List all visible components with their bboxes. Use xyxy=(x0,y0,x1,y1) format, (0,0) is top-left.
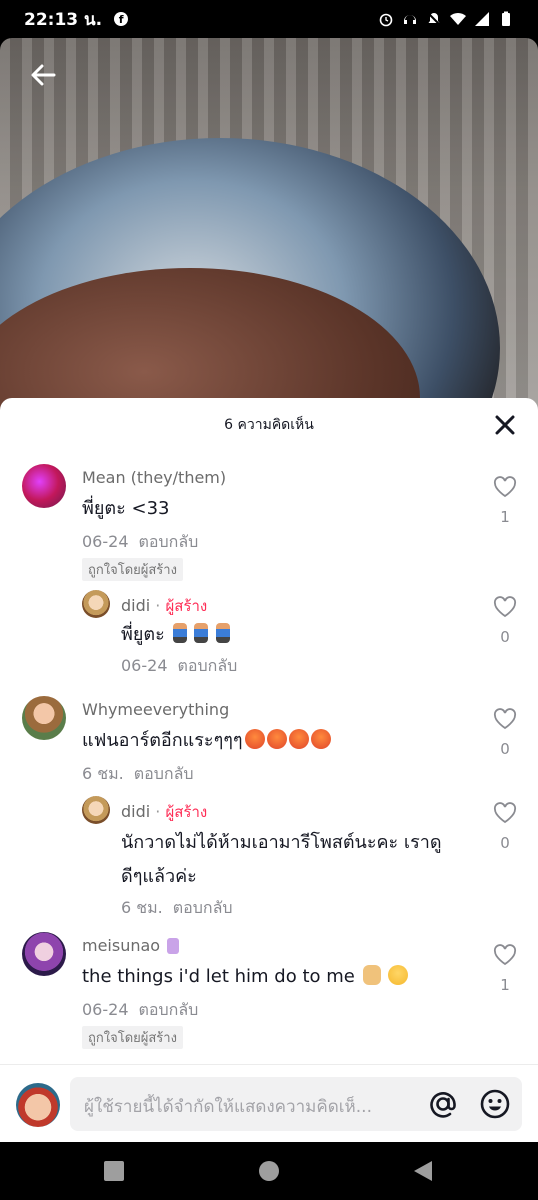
status-bar: 22:13 น. f xyxy=(0,0,538,38)
signal-icon xyxy=(475,12,489,26)
separator: · xyxy=(155,802,161,821)
heart-outline-icon xyxy=(493,476,517,498)
my-avatar[interactable] xyxy=(16,1083,60,1127)
avatar[interactable] xyxy=(22,932,66,976)
heart-outline-icon xyxy=(493,944,517,966)
comment-input[interactable]: ผู้ใช้รายนี้ได้จำกัดให้แสดงความคิดเห็... xyxy=(70,1077,522,1131)
person-kneeling-emoji-icon xyxy=(194,623,209,643)
reply-text-content: พี่ยูตะ xyxy=(121,624,165,645)
reply-meta: 06-24 ตอบกลับ xyxy=(121,654,237,679)
comment-input-bar: ผู้ใช้รายนี้ได้จำกัดให้แสดงความคิดเห็... xyxy=(0,1064,538,1142)
back-triangle-icon[interactable] xyxy=(412,1160,434,1182)
comment-username[interactable]: Mean (they/them) xyxy=(82,468,226,487)
liked-by-creator-badge: ถูกใจโดยผู้สร้าง xyxy=(82,558,183,581)
wifi-icon xyxy=(450,12,466,25)
avatar[interactable] xyxy=(82,796,110,824)
like-count: 0 xyxy=(500,834,510,852)
reply-username[interactable]: didi xyxy=(121,802,150,821)
heart-outline-icon xyxy=(493,708,517,730)
liked-by-creator-badge: ถูกใจโดยผู้สร้าง xyxy=(82,1026,183,1049)
comment-date: 06-24 xyxy=(82,1000,129,1019)
comment-username[interactable]: meisunao xyxy=(82,936,160,955)
like-button[interactable]: 0 xyxy=(492,802,518,852)
comments-count-title: 6 ความคิดเห็น xyxy=(224,417,314,433)
reply-meta: 6 ชม. ตอบกลับ xyxy=(121,896,233,921)
reply-text-line-2: ดีๆแล้วค่ะ xyxy=(121,866,197,887)
creator-label: ผู้สร้าง xyxy=(165,803,208,821)
reply-button[interactable]: ตอบกลับ xyxy=(139,1000,199,1019)
comment-text-content: แฟนอาร์ตอีกแระๆๆๆ xyxy=(82,730,243,751)
comment-text: the things i'd let him do to me xyxy=(82,960,409,994)
comment-date: 6 ชม. xyxy=(82,764,124,783)
status-time: 22:13 น. xyxy=(24,9,103,30)
comment-text: พี่ยูตะ <33 xyxy=(82,498,170,519)
video-player[interactable] xyxy=(0,38,538,418)
system-nav-bar xyxy=(0,1142,538,1200)
angry-face-emoji-icon xyxy=(266,729,287,749)
reply-text: พี่ยูตะ xyxy=(121,618,230,652)
separator: · xyxy=(155,596,161,615)
avatar[interactable] xyxy=(82,590,110,618)
reply-item: didi · ผู้สร้าง นักวาดไม่ได้ห้ามเอามารีโ… xyxy=(0,792,538,918)
comment-username-line: meisunao xyxy=(82,936,180,955)
like-button[interactable]: 0 xyxy=(492,596,518,646)
comment-input-placeholder: ผู้ใช้รายนี้ได้จำกัดให้แสดงความคิดเห็... xyxy=(84,1097,372,1117)
avatar[interactable] xyxy=(22,464,66,508)
home-circle-icon[interactable] xyxy=(258,1160,280,1182)
comments-sheet: 6 ความคิดเห็น Mean (they/them) พี่ยูตะ <… xyxy=(0,398,538,1142)
reply-button[interactable]: ตอบกลับ xyxy=(178,656,238,675)
reply-username[interactable]: didi xyxy=(121,596,150,615)
battery-icon xyxy=(502,11,510,26)
like-count: 0 xyxy=(500,740,510,758)
comment-item: meisunao the things i'd let him do to me… xyxy=(0,928,538,1054)
reply-button[interactable]: ตอบกลับ xyxy=(139,532,199,551)
arrow-left-icon[interactable] xyxy=(28,60,58,90)
like-button[interactable]: 0 xyxy=(492,708,518,758)
close-icon[interactable] xyxy=(494,414,516,436)
like-count: 1 xyxy=(500,508,510,526)
comment-text-content: the things i'd let him do to me xyxy=(82,966,355,987)
angry-face-emoji-icon xyxy=(288,729,309,749)
comment-meta: 06-24 ตอบกลับ xyxy=(82,530,198,555)
comment-meta: 6 ชม. ตอบกลับ xyxy=(82,762,194,787)
reply-text-line-1: นักวาดไม่ได้ห้ามเอามารีโพสต์นะคะ เราดู xyxy=(121,832,442,853)
comment-username[interactable]: Whymeeverything xyxy=(82,700,229,719)
creator-label: ผู้สร้าง xyxy=(165,597,208,615)
bell-off-icon xyxy=(427,12,441,26)
at-icon[interactable] xyxy=(426,1087,460,1121)
like-count: 0 xyxy=(500,628,510,646)
comment-date: 06-24 xyxy=(82,532,129,551)
reply-button[interactable]: ตอบกลับ xyxy=(173,898,233,917)
facebook-notification-icon: f xyxy=(114,12,129,26)
comment-text: แฟนอาร์ตอีกแระๆๆๆ xyxy=(82,724,331,758)
reply-item: didi · ผู้สร้าง พี่ยูตะ 06-24 ตอบกลับ 0 xyxy=(0,586,538,678)
headset-icon xyxy=(404,15,416,24)
comment-item: Whymeeverything แฟนอาร์ตอีกแระๆๆๆ 6 ชม. ต… xyxy=(0,692,538,788)
sleepy-face-emoji-icon xyxy=(388,965,409,985)
reply-date: 06-24 xyxy=(121,656,168,675)
like-count: 1 xyxy=(500,976,510,994)
reply-username-line: didi · ผู้สร้าง xyxy=(121,594,207,618)
sheet-header: 6 ความคิดเห็น xyxy=(0,398,538,452)
smile-icon[interactable] xyxy=(478,1087,512,1121)
status-icons xyxy=(378,11,514,27)
avatar[interactable] xyxy=(22,696,66,740)
reply-date: 6 ชม. xyxy=(121,898,163,917)
raised-hand-emoji-icon xyxy=(362,965,381,985)
person-kneeling-emoji-icon xyxy=(215,623,230,643)
recents-square-icon[interactable] xyxy=(103,1160,125,1182)
heart-outline-icon xyxy=(493,802,517,824)
reply-button[interactable]: ตอบกลับ xyxy=(134,764,194,783)
reply-username-line: didi · ผู้สร้าง xyxy=(121,800,207,824)
phone-badge-icon xyxy=(167,938,180,954)
comment-item: Mean (they/them) พี่ยูตะ <33 06-24 ตอบกลั… xyxy=(0,460,538,584)
alarm-icon xyxy=(379,13,393,27)
like-button[interactable]: 1 xyxy=(492,476,518,526)
heart-outline-icon xyxy=(493,596,517,618)
person-kneeling-emoji-icon xyxy=(172,623,187,643)
angry-face-emoji-icon xyxy=(310,729,331,749)
comment-meta: 06-24 ตอบกลับ xyxy=(82,998,198,1023)
angry-face-emoji-icon xyxy=(244,729,265,749)
like-button[interactable]: 1 xyxy=(492,944,518,994)
